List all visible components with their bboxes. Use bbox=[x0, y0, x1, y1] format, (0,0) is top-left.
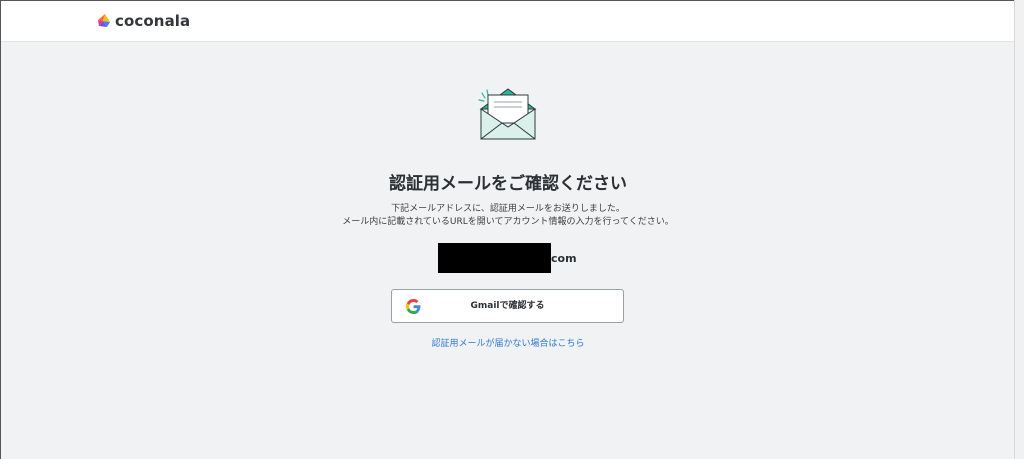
description: 下記メールアドレスに、認証用メールをお送りしました。 メール内に記載されているU… bbox=[1, 203, 1014, 229]
gmail-confirm-button[interactable]: Gmailで確認する bbox=[391, 289, 624, 323]
page-title: 認証用メールをご確認ください bbox=[389, 174, 627, 194]
site-header: coconala bbox=[1, 1, 1014, 42]
gmail-confirm-label: Gmailで確認する bbox=[470, 301, 545, 311]
description-line-1: 下記メールアドレスに、認証用メールをお送りしました。 bbox=[391, 204, 625, 214]
email-suffix: com bbox=[551, 251, 577, 265]
email-address: com bbox=[438, 243, 577, 273]
email-not-received-link[interactable]: 認証用メールが届かない場合はこちら bbox=[1, 336, 1014, 349]
redacted-email-block bbox=[438, 243, 551, 273]
browser-viewport: coconala 認証用メールをご確認ください 下記メールアドレスに、認証用メー… bbox=[0, 0, 1014, 459]
logo-text: coconala bbox=[115, 12, 191, 30]
main-content: 認証用メールをご確認ください 下記メールアドレスに、認証用メールをお送りしました… bbox=[1, 42, 1014, 459]
vertical-scrollbar[interactable] bbox=[1014, 0, 1024, 459]
coconala-logo[interactable]: coconala bbox=[96, 10, 190, 32]
envelope-icon bbox=[478, 88, 537, 140]
description-line-2: メール内に記載されているURLを開いてアカウント情報の入力を行ってください。 bbox=[342, 217, 674, 227]
coconala-logo-icon bbox=[98, 14, 110, 27]
